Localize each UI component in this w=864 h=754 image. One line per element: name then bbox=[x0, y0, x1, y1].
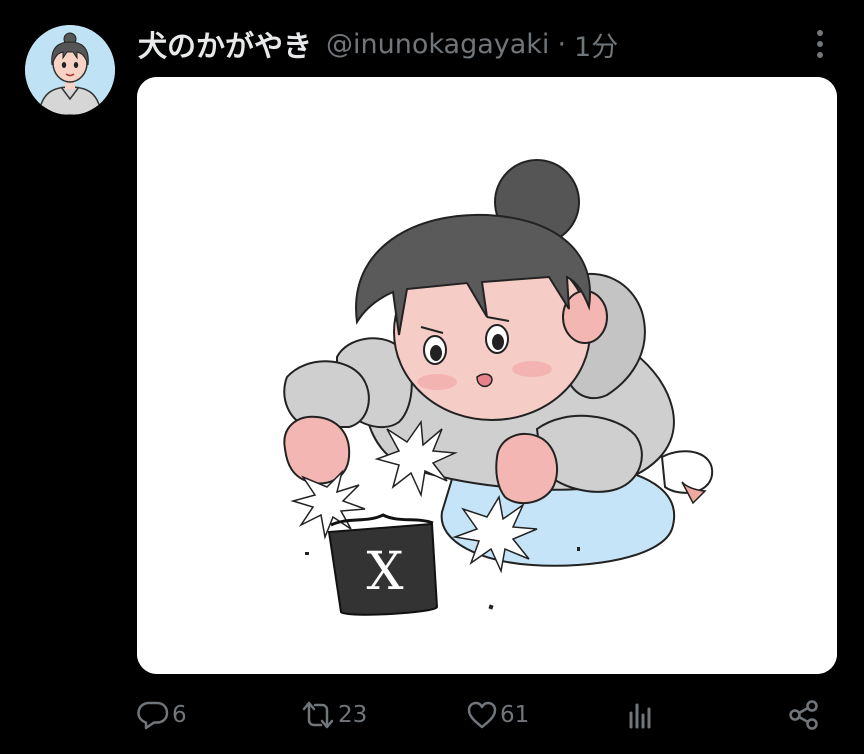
user-handle[interactable]: @inunokagayaki bbox=[326, 29, 549, 60]
heart-icon bbox=[467, 701, 497, 729]
share-button[interactable] bbox=[788, 694, 820, 736]
reply-button[interactable]: 6 bbox=[136, 694, 187, 736]
more-vertical-icon[interactable] bbox=[808, 28, 832, 60]
retweet-count: 23 bbox=[338, 702, 368, 728]
reply-icon bbox=[137, 701, 169, 730]
display-name[interactable]: 犬のかがやき bbox=[138, 23, 312, 65]
timestamp[interactable]: 1分 bbox=[574, 25, 618, 64]
analytics-icon bbox=[629, 703, 651, 729]
views-button[interactable] bbox=[626, 694, 656, 736]
like-count: 61 bbox=[500, 702, 530, 728]
tweet-actions: 6 23 61 bbox=[136, 694, 836, 736]
retweet-icon bbox=[302, 701, 334, 729]
tweet-media-image[interactable]: X bbox=[137, 77, 837, 674]
separator-dot: · bbox=[557, 28, 567, 60]
avatar-illustration bbox=[25, 25, 115, 115]
reply-count: 6 bbox=[172, 702, 187, 728]
tweet: 犬のかがやき @inunokagayaki · 1分 X 6 23 61 bbox=[0, 0, 864, 754]
tweet-header: 犬のかがやき @inunokagayaki · 1分 bbox=[138, 22, 618, 66]
illustration-girl-smashing-x-logo: X bbox=[137, 77, 837, 674]
avatar[interactable] bbox=[25, 25, 115, 115]
x-logo-mark: X bbox=[366, 542, 403, 602]
share-icon bbox=[789, 700, 818, 730]
like-button[interactable]: 61 bbox=[466, 694, 529, 736]
retweet-button[interactable]: 23 bbox=[300, 694, 367, 736]
